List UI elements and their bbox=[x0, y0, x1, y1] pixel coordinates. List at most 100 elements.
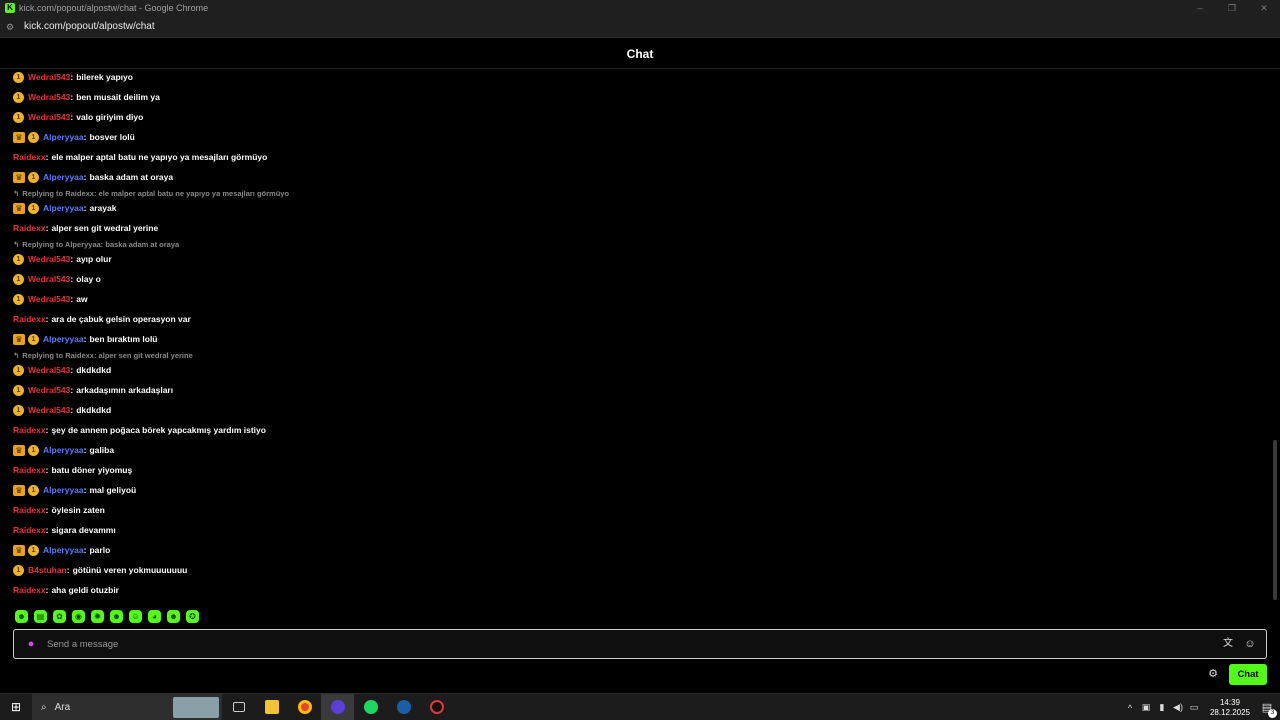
chat-message[interactable]: ♛ 1 Alperyyaa: bosver lolü bbox=[13, 130, 135, 144]
chrome-icon[interactable] bbox=[288, 694, 321, 720]
chat-username[interactable]: Wedral543 bbox=[28, 294, 70, 304]
emote-4-icon[interactable]: ◉ bbox=[72, 610, 85, 623]
chat-message[interactable]: Raidexx: alper sen git wedral yerine bbox=[13, 221, 158, 235]
site-info-icon[interactable]: ⚙ bbox=[6, 22, 16, 32]
chat-username[interactable]: Wedral543 bbox=[28, 92, 70, 102]
steam-icon[interactable] bbox=[387, 694, 420, 720]
notification-center-icon[interactable]: ▤ 3 bbox=[1254, 701, 1280, 718]
emote-6-icon[interactable]: ☻ bbox=[110, 610, 123, 623]
chat-message[interactable]: Raidexx: öylesin zaten bbox=[13, 503, 105, 517]
emote-3-icon[interactable]: ✿ bbox=[53, 610, 66, 623]
windows-start-icon[interactable]: ⊞ bbox=[0, 694, 32, 720]
reply-context[interactable]: ↰ Replying to Raidexx: ele malper aptal b… bbox=[13, 188, 289, 198]
obs-icon[interactable] bbox=[321, 693, 354, 720]
translate-icon[interactable]: 文 bbox=[1222, 638, 1234, 650]
tray-mic-icon[interactable]: ▮ bbox=[1154, 702, 1170, 713]
chat-input-box[interactable]: ● 文 ☺ bbox=[13, 629, 1267, 659]
chat-username[interactable]: Alperyyaa bbox=[43, 172, 84, 182]
emote-2-icon[interactable]: ▤ bbox=[34, 610, 47, 623]
chat-message[interactable]: 1 Wedral543: bilerek yapıyo bbox=[13, 70, 133, 84]
chat-message[interactable]: 1 Wedral543: olay o bbox=[13, 272, 101, 286]
subscriber-badge-icon[interactable]: 1 bbox=[13, 293, 24, 305]
broadcaster-crown-icon[interactable]: ♛ bbox=[13, 333, 25, 345]
chat-username[interactable]: Raidexx bbox=[13, 505, 46, 515]
chat-username[interactable]: Alperyyaa bbox=[43, 445, 84, 455]
chat-message[interactable]: 1 Wedral543: dkdkdkd bbox=[13, 363, 111, 377]
subscriber-badge-icon[interactable]: 1 bbox=[28, 444, 39, 456]
subscriber-badge-icon[interactable]: 1 bbox=[13, 71, 24, 83]
tray-network-icon[interactable]: ▭ bbox=[1186, 702, 1202, 713]
chat-username[interactable]: Wedral543 bbox=[28, 365, 70, 375]
broadcaster-crown-icon[interactable]: ♛ bbox=[13, 444, 25, 456]
chat-username[interactable]: Wedral543 bbox=[28, 112, 70, 122]
chat-username[interactable]: Raidexx bbox=[13, 585, 46, 595]
emote-1-icon[interactable]: ☻ bbox=[15, 610, 28, 623]
reply-context[interactable]: ↰ Replying to Raidexx: alper sen git wedr… bbox=[13, 350, 193, 360]
chat-username[interactable]: Wedral543 bbox=[28, 274, 70, 284]
subscriber-badge-icon[interactable]: 1 bbox=[28, 131, 39, 143]
subscriber-badge-icon[interactable]: 1 bbox=[13, 273, 24, 285]
subscriber-badge-icon[interactable]: 1 bbox=[13, 111, 24, 123]
emote-9-icon[interactable]: ☻ bbox=[167, 610, 180, 623]
subscriber-badge-icon[interactable]: 1 bbox=[13, 91, 24, 103]
chat-scrollbar[interactable] bbox=[1273, 440, 1277, 600]
tray-chevron-up-icon[interactable]: ^ bbox=[1122, 703, 1138, 713]
tray-clock[interactable]: 14:39 28.12.2025 bbox=[1206, 698, 1254, 718]
chat-username[interactable]: Wedral543 bbox=[28, 72, 70, 82]
chat-message[interactable]: ♛ 1 Alperyyaa: ben bıraktım lolü bbox=[13, 332, 158, 346]
chat-username[interactable]: Wedral543 bbox=[28, 254, 70, 264]
subscriber-badge-icon[interactable]: 1 bbox=[28, 544, 39, 556]
emote-10-icon[interactable]: ✪ bbox=[186, 610, 199, 623]
chat-message[interactable]: 1 B4stuhan: götünü veren yokmuuuuuuu bbox=[13, 563, 187, 577]
subscriber-badge-icon[interactable]: 1 bbox=[28, 484, 39, 496]
spotify-icon[interactable] bbox=[354, 694, 387, 720]
chat-username[interactable]: Alperyyaa bbox=[43, 545, 84, 555]
broadcaster-crown-icon[interactable]: ♛ bbox=[13, 202, 25, 214]
chat-username[interactable]: Wedral543 bbox=[28, 405, 70, 415]
chat-message[interactable]: Raidexx: aha geldi otuzbir bbox=[13, 583, 119, 597]
tray-device-icon[interactable]: ▣ bbox=[1138, 702, 1154, 713]
restore-button[interactable]: ❐ bbox=[1216, 0, 1248, 16]
chat-username[interactable]: Alperyyaa bbox=[43, 203, 84, 213]
chat-message[interactable]: 1 Wedral543: ben musait deilim ya bbox=[13, 90, 160, 104]
chat-message[interactable]: ♛ 1 Alperyyaa: baska adam at oraya bbox=[13, 170, 173, 184]
chat-username[interactable]: B4stuhan bbox=[28, 565, 67, 575]
subscriber-badge-icon[interactable]: 1 bbox=[13, 404, 24, 416]
chat-username[interactable]: Raidexx bbox=[13, 465, 46, 475]
close-button[interactable]: ✕ bbox=[1248, 0, 1280, 16]
chat-username[interactable]: Raidexx bbox=[13, 425, 46, 435]
chat-username[interactable]: Raidexx bbox=[13, 525, 46, 535]
chat-message[interactable]: Raidexx: batu döner yiyomuş bbox=[13, 463, 132, 477]
emote-8-icon[interactable]: ◕ bbox=[148, 610, 161, 623]
chat-message[interactable]: Raidexx: sigara devammı bbox=[13, 523, 116, 537]
chat-message[interactable]: 1 Wedral543: arkadaşımın arkadaşları bbox=[13, 383, 173, 397]
reply-context[interactable]: ↰ Replying to Alperyyaa: baska adam at or… bbox=[13, 239, 179, 249]
chat-username[interactable]: Alperyyaa bbox=[43, 334, 84, 344]
file-explorer-icon[interactable] bbox=[255, 694, 288, 720]
emoji-picker-icon[interactable]: ☺ bbox=[1244, 638, 1256, 650]
subscriber-badge-icon[interactable]: 1 bbox=[28, 202, 39, 214]
chat-messages[interactable]: 1 Wedral543: bilerek yapıyo 1 Wedral543: ben … bbox=[13, 67, 1268, 607]
subscriber-badge-icon[interactable]: 1 bbox=[28, 333, 39, 345]
subscriber-badge-icon[interactable]: 1 bbox=[13, 564, 24, 576]
subscriber-badge-icon[interactable]: 1 bbox=[13, 253, 24, 265]
chat-settings-gear-icon[interactable]: ⚙ bbox=[1207, 668, 1219, 680]
chat-username[interactable]: Wedral543 bbox=[28, 385, 70, 395]
chat-message[interactable]: 1 Wedral543: ayıp olur bbox=[13, 252, 112, 266]
chat-message[interactable]: ♛ 1 Alperyyaa: parlo bbox=[13, 543, 110, 557]
emote-5-icon[interactable]: ✺ bbox=[91, 610, 104, 623]
subscriber-badge-icon[interactable]: 1 bbox=[13, 364, 24, 376]
chat-message[interactable]: Raidexx: ele malper aptal batu ne yapıyo … bbox=[13, 150, 267, 164]
chat-username[interactable]: Alperyyaa bbox=[43, 485, 84, 495]
broadcaster-crown-icon[interactable]: ♛ bbox=[13, 544, 25, 556]
emote-7-icon[interactable]: ☺ bbox=[129, 610, 142, 623]
url-text[interactable]: kick.com/popout/alpostw/chat bbox=[24, 21, 155, 32]
minimize-button[interactable]: – bbox=[1184, 0, 1216, 16]
chat-username[interactable]: Alperyyaa bbox=[43, 132, 84, 142]
chat-username[interactable]: Raidexx bbox=[13, 314, 46, 324]
broadcaster-crown-icon[interactable]: ♛ bbox=[13, 131, 25, 143]
broadcaster-crown-icon[interactable]: ♛ bbox=[13, 484, 25, 496]
subscriber-badge-icon[interactable]: 1 bbox=[13, 384, 24, 396]
chat-message[interactable]: Raidexx: ara de çabuk gelsin operasyon va… bbox=[13, 312, 191, 326]
subscriber-badge-icon[interactable]: 1 bbox=[28, 171, 39, 183]
